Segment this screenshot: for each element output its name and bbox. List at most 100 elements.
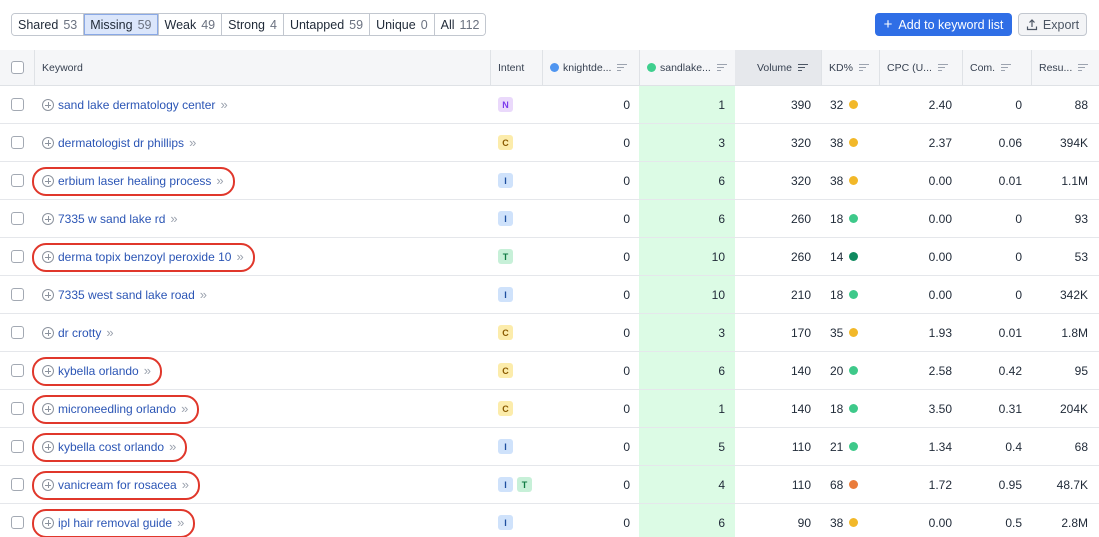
keyword-link[interactable]: kybella cost orlando — [58, 440, 164, 454]
col-cpc[interactable]: CPC (U... — [879, 50, 962, 85]
col-keyword[interactable]: Keyword — [34, 50, 490, 85]
volume-value: 140 — [790, 363, 811, 378]
kd-cell: 38 — [821, 124, 879, 161]
sandlake-position: 6 — [718, 363, 725, 378]
kd-value: 18 — [830, 287, 844, 302]
cpc-value: 3.50 — [928, 401, 952, 416]
chevron-double-right-icon[interactable]: » — [182, 477, 189, 492]
keyword-link[interactable]: sand lake dermatology center — [58, 98, 215, 112]
row-checkbox[interactable] — [10, 478, 24, 491]
row-select-cell — [0, 238, 34, 275]
col-com[interactable]: Com. — [962, 50, 1031, 85]
results-value: 48.7K — [1056, 477, 1088, 492]
export-button[interactable]: Export — [1018, 13, 1087, 36]
add-keyword-icon[interactable] — [42, 326, 54, 339]
filter-tab-untapped[interactable]: Untapped 59 — [283, 14, 371, 35]
keyword-link[interactable]: vanicream for rosacea — [58, 478, 177, 492]
intent-badge: C — [498, 401, 513, 416]
filter-tab-shared[interactable]: Shared 53 — [12, 14, 85, 35]
select-all-checkbox[interactable] — [10, 61, 24, 74]
row-checkbox[interactable] — [10, 174, 24, 187]
row-checkbox[interactable] — [10, 516, 24, 529]
chevron-double-right-icon[interactable]: » — [177, 515, 184, 530]
keyword-link[interactable]: dr crotty — [58, 326, 101, 340]
chevron-double-right-icon[interactable]: » — [216, 173, 223, 188]
add-keyword-icon[interactable] — [42, 402, 54, 415]
keyword-link[interactable]: ipl hair removal guide — [58, 516, 172, 530]
add-keyword-icon[interactable] — [42, 174, 54, 187]
add-keyword-icon[interactable] — [42, 516, 54, 529]
row-checkbox[interactable] — [10, 212, 24, 225]
keyword-link[interactable]: 7335 w sand lake rd — [58, 212, 165, 226]
chevron-double-right-icon[interactable]: » — [200, 287, 207, 302]
chevron-double-right-icon[interactable]: » — [170, 211, 177, 226]
cpc-cell: 1.72 — [879, 466, 962, 503]
intent-cell: C — [490, 390, 542, 427]
add-keyword-icon[interactable] — [42, 364, 54, 377]
col-results[interactable]: Resu... — [1031, 50, 1099, 85]
row-checkbox[interactable] — [10, 326, 24, 339]
sort-icon[interactable] — [798, 63, 809, 72]
kd-value: 38 — [830, 515, 844, 530]
row-checkbox[interactable] — [10, 440, 24, 453]
chevron-double-right-icon[interactable]: » — [181, 401, 188, 416]
intent-cell: I — [490, 162, 542, 199]
filter-tab-strong[interactable]: Strong 4 — [222, 14, 284, 35]
volume-value: 260 — [790, 249, 811, 264]
chevron-double-right-icon[interactable]: » — [189, 135, 196, 150]
chevron-double-right-icon[interactable]: » — [144, 363, 151, 378]
sort-icon[interactable] — [858, 63, 869, 72]
filter-tab-unique[interactable]: Unique 0 — [370, 14, 435, 35]
add-keyword-icon[interactable] — [42, 212, 54, 225]
col-intent[interactable]: Intent — [490, 50, 542, 85]
filter-tab-weak[interactable]: Weak 49 — [158, 14, 223, 35]
chevron-double-right-icon[interactable]: » — [106, 325, 113, 340]
keyword-link[interactable]: microneedling orlando — [58, 402, 176, 416]
add-keyword-icon[interactable] — [42, 440, 54, 453]
competition-cell: 0.06 — [962, 124, 1031, 161]
col-knightde[interactable]: knightde... — [542, 50, 639, 85]
row-checkbox[interactable] — [10, 136, 24, 149]
col-sandlake[interactable]: sandlake... — [639, 50, 735, 85]
keyword-link[interactable]: kybella orlando — [58, 364, 139, 378]
chevron-double-right-icon[interactable]: » — [236, 249, 243, 264]
sort-icon[interactable] — [1078, 63, 1089, 72]
add-keyword-icon[interactable] — [42, 136, 54, 149]
filter-tabs: Shared 53 Missing 59 Weak 49 Strong 4 Untapped 59… — [11, 13, 487, 36]
sort-icon[interactable] — [617, 63, 628, 72]
add-keyword-icon[interactable] — [42, 288, 54, 301]
add-keyword-icon[interactable] — [42, 250, 54, 263]
keyword-link[interactable]: derma topix benzoyl peroxide 10 — [58, 250, 231, 264]
row-checkbox[interactable] — [10, 98, 24, 111]
cpc-value: 1.34 — [928, 439, 952, 454]
row-checkbox[interactable] — [10, 364, 24, 377]
chevron-double-right-icon[interactable]: » — [220, 97, 227, 112]
knightde-position-cell: 0 — [542, 238, 639, 275]
add-keyword-icon[interactable] — [42, 478, 54, 491]
row-checkbox[interactable] — [10, 250, 24, 263]
sort-icon[interactable] — [1001, 63, 1012, 72]
keyword-link[interactable]: dermatologist dr phillips — [58, 136, 184, 150]
row-checkbox[interactable] — [10, 288, 24, 301]
keyword-link[interactable]: erbium laser healing process — [58, 174, 211, 188]
add-keyword-icon[interactable] — [42, 98, 54, 111]
sort-icon[interactable] — [716, 63, 727, 72]
cpc-value: 0.00 — [928, 287, 952, 302]
row-checkbox[interactable] — [10, 402, 24, 415]
filter-tab-all[interactable]: All 112 — [434, 14, 486, 35]
intent-badge: I — [498, 439, 513, 454]
col-volume[interactable]: Volume — [735, 50, 821, 85]
volume-value: 260 — [790, 211, 811, 226]
sort-icon[interactable] — [937, 63, 948, 72]
filter-tab-missing[interactable]: Missing 59 — [84, 14, 159, 35]
sandlake-position-cell: 1 — [639, 390, 735, 427]
competition-value: 0.42 — [998, 363, 1022, 378]
col-kd[interactable]: KD% — [821, 50, 879, 85]
knightde-position: 0 — [623, 515, 630, 530]
add-to-keyword-list-button[interactable]: + Add to keyword list — [875, 13, 1012, 36]
filter-tab-count: 53 — [63, 17, 78, 32]
chevron-double-right-icon[interactable]: » — [169, 439, 176, 454]
kd-value: 14 — [830, 249, 844, 264]
intent-badge: I — [498, 287, 513, 302]
keyword-link[interactable]: 7335 west sand lake road — [58, 288, 195, 302]
